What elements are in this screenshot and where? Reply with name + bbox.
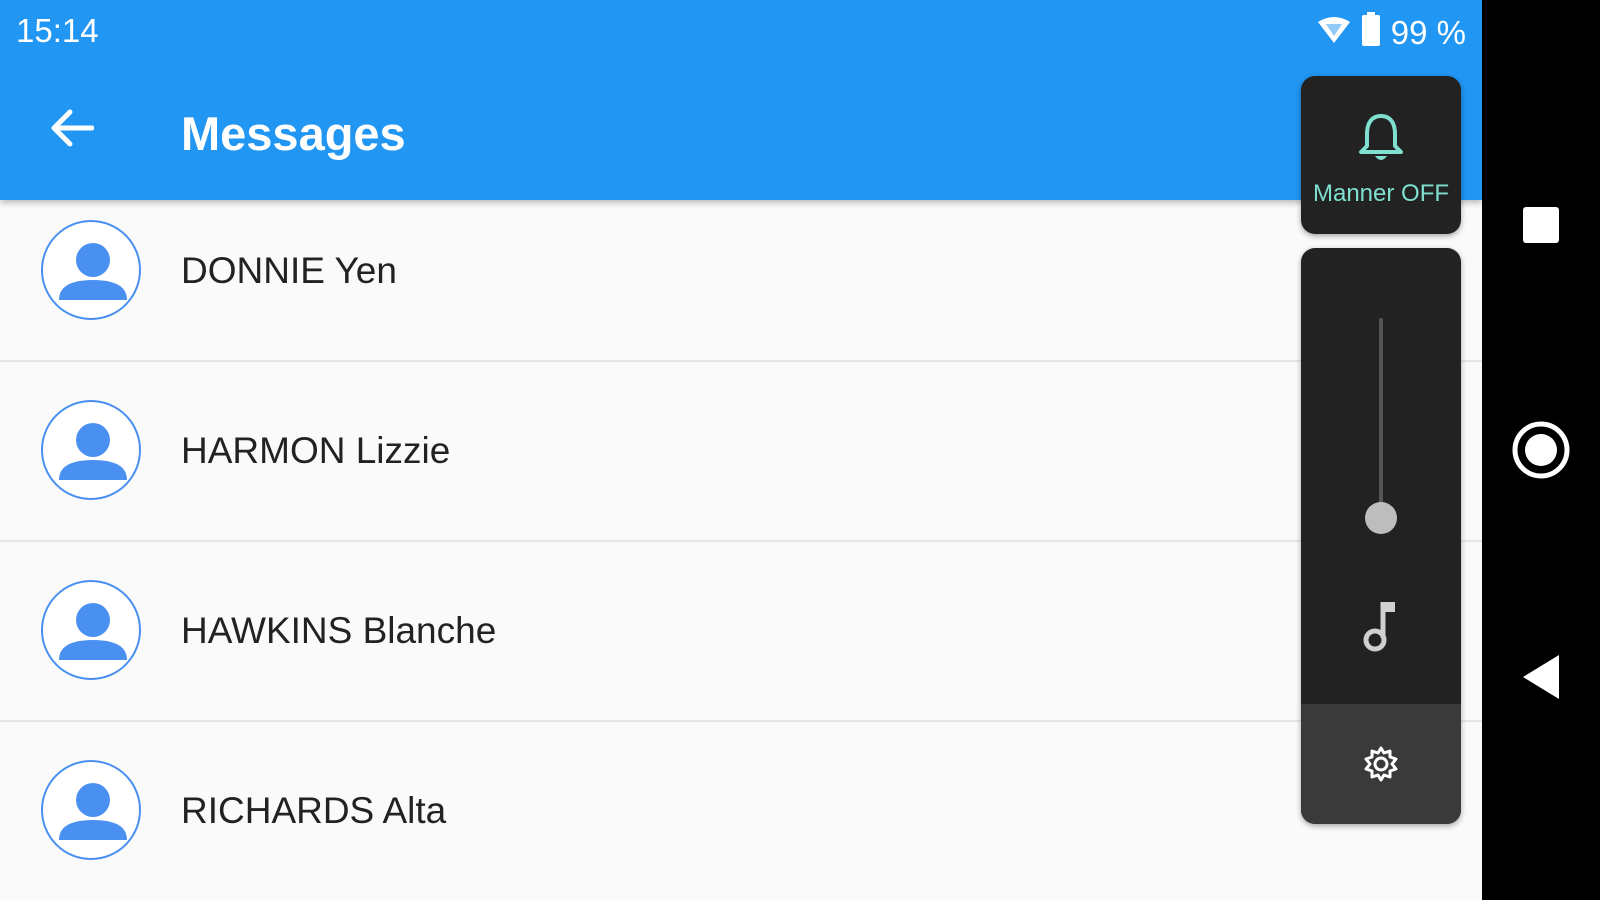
app-bar: 15:14 99 % Messages (0, 0, 1482, 200)
contact-name: HARMON Lizzie (181, 430, 451, 471)
home-circle-icon (1512, 421, 1570, 479)
manner-label: Manner OFF (1312, 180, 1450, 207)
list-item[interactable]: HAWKINS Blanche (0, 542, 1482, 722)
volume-slider[interactable] (1379, 318, 1383, 518)
wifi-icon (1317, 14, 1351, 52)
person-icon (59, 243, 127, 300)
contact-name: HAWKINS Blanche (181, 610, 497, 651)
avatar (41, 580, 141, 680)
list-item[interactable]: RICHARDS Alta (0, 722, 1482, 900)
avatar (41, 400, 141, 500)
avatar (41, 760, 141, 860)
recents-square-icon (1523, 207, 1559, 243)
avatar (41, 220, 141, 320)
app-screen: 15:14 99 % Messages DONNIE Yen HARMON Li… (0, 0, 1482, 900)
volume-panel (1301, 248, 1461, 824)
home-button[interactable] (1482, 418, 1600, 482)
person-icon (59, 423, 127, 480)
contact-list: DONNIE Yen HARMON Lizzie HAWKINS Blanche… (0, 200, 1482, 900)
back-triangle-icon (1523, 655, 1559, 699)
person-icon (59, 783, 127, 840)
music-note-icon (1363, 602, 1395, 652)
back-button[interactable] (44, 100, 100, 156)
recents-button[interactable] (1482, 200, 1600, 250)
nav-back-button[interactable] (1482, 652, 1600, 702)
battery-percent: 99 % (1390, 14, 1466, 51)
contact-name: RICHARDS Alta (181, 790, 447, 831)
page-title: Messages (181, 107, 406, 160)
contact-name: DONNIE Yen (181, 250, 397, 291)
status-icons: 99 % (1317, 12, 1466, 54)
navigation-bar (1482, 0, 1600, 900)
person-icon (59, 603, 127, 660)
battery-icon (1361, 12, 1381, 54)
back-arrow-icon (51, 109, 94, 147)
volume-slider-thumb[interactable] (1365, 502, 1397, 534)
bell-icon (1359, 114, 1403, 160)
status-time: 15:14 (16, 12, 99, 49)
manner-mode-toggle[interactable]: Manner OFF (1301, 76, 1461, 234)
list-item[interactable]: HARMON Lizzie (0, 362, 1482, 542)
list-item[interactable]: DONNIE Yen (0, 200, 1482, 362)
volume-settings-button[interactable] (1301, 704, 1461, 824)
gear-icon (1364, 746, 1398, 782)
